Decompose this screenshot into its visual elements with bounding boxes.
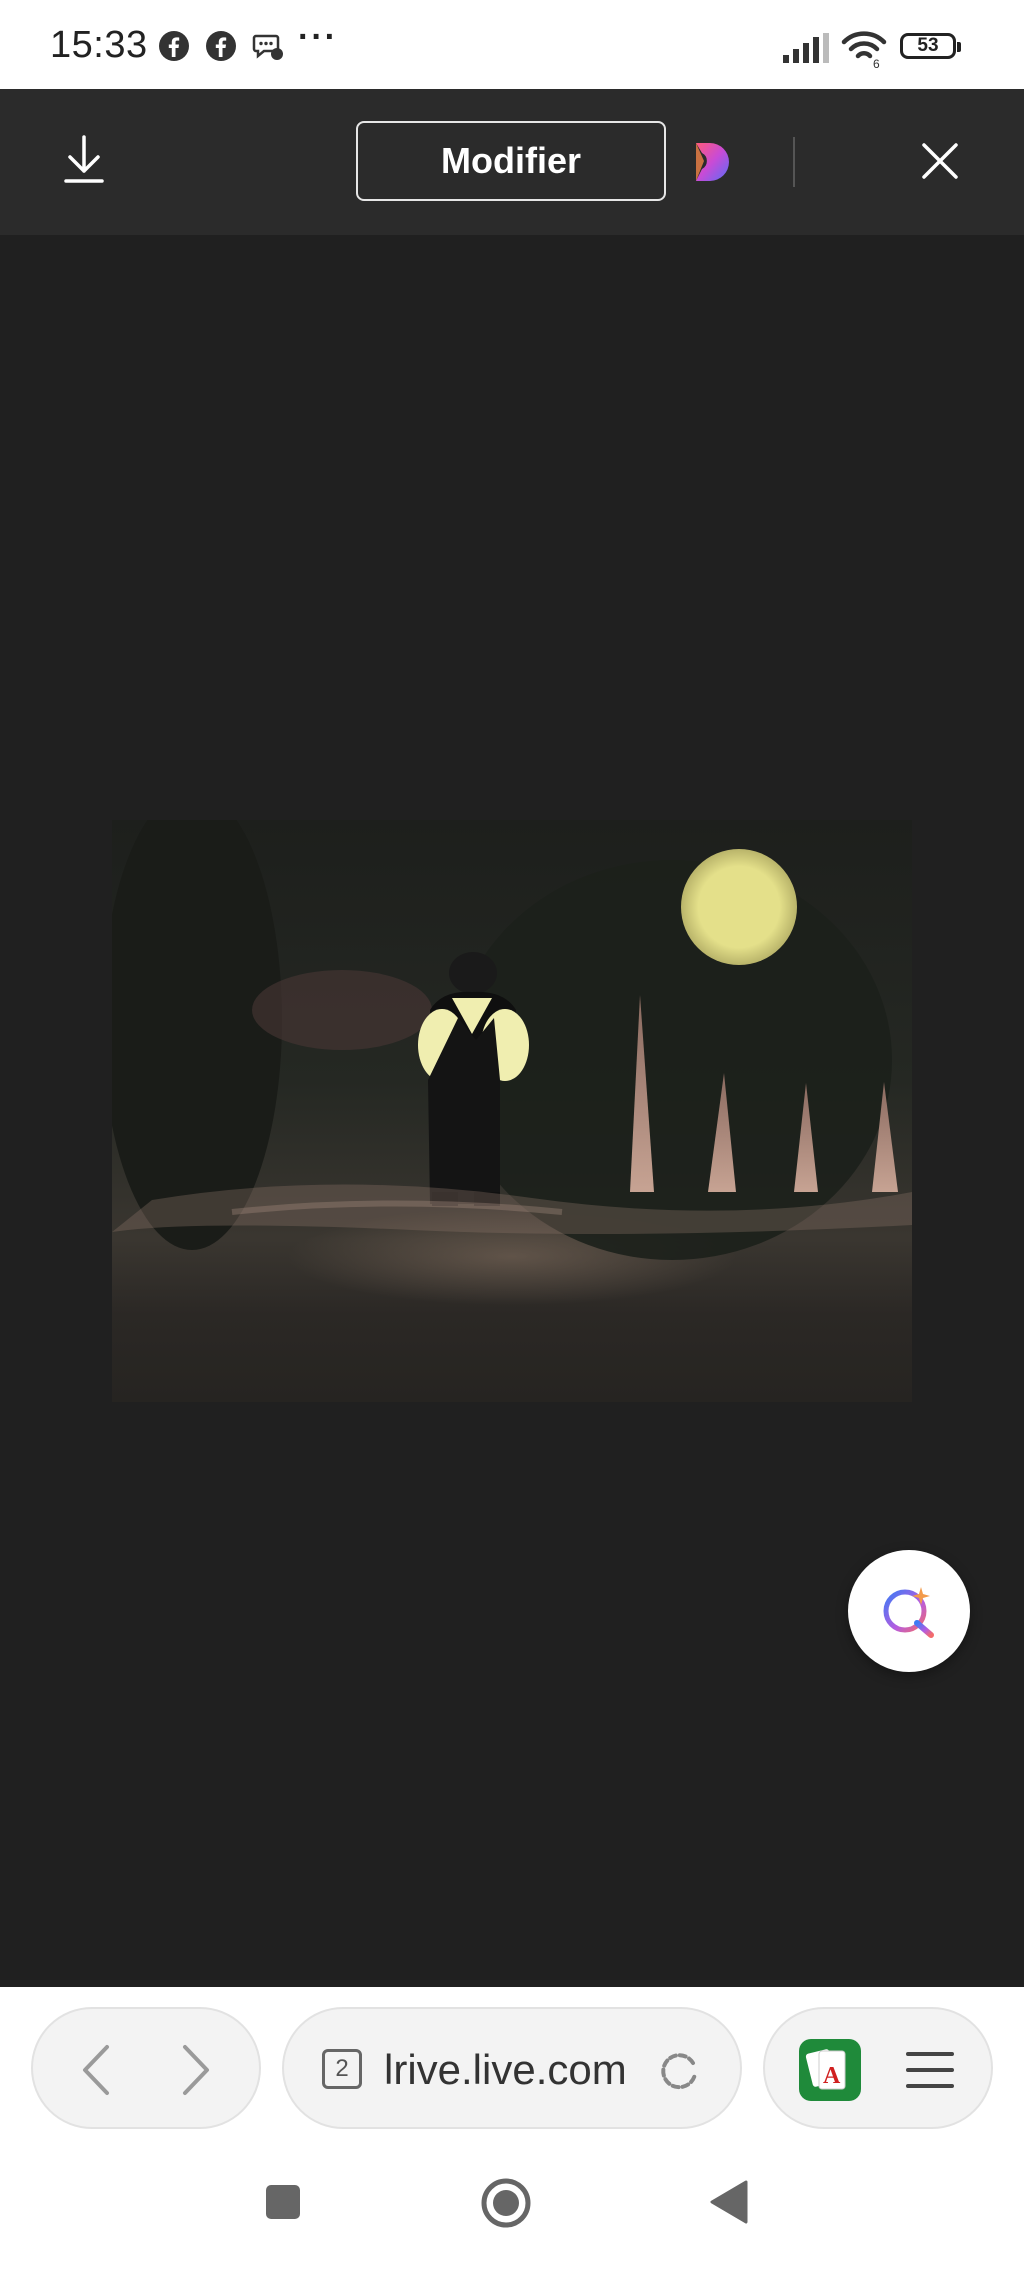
messenger-icon xyxy=(252,34,283,60)
browser-bottom-bar: 2 lrive.live.com A xyxy=(0,1987,1024,2147)
signal-icon xyxy=(783,33,829,63)
more-notifications-icon: ··· xyxy=(298,18,338,56)
visual-search-icon xyxy=(883,1587,934,1638)
facebook-icon xyxy=(206,31,236,61)
image-viewer[interactable] xyxy=(0,235,1024,1987)
viewer-toolbar: Modifier xyxy=(0,89,1024,235)
battery-indicator: 53 xyxy=(900,33,961,59)
reload-icon[interactable] xyxy=(656,2047,702,2093)
url-text[interactable]: lrive.live.com xyxy=(384,2043,644,2097)
toolbar-divider xyxy=(793,137,795,187)
close-icon[interactable] xyxy=(918,139,962,183)
facebook-icon xyxy=(159,31,189,61)
download-icon[interactable] xyxy=(62,135,106,185)
address-bar[interactable]: 2 lrive.live.com xyxy=(282,2007,742,2129)
status-time: 15:33 xyxy=(50,24,148,66)
back-icon[interactable] xyxy=(73,2043,123,2097)
status-bar: 15:33 ··· 6 53 xyxy=(0,0,1024,89)
menu-icon[interactable] xyxy=(905,2049,955,2091)
tools-pill: A xyxy=(763,2007,993,2129)
modifier-button[interactable]: Modifier xyxy=(356,121,666,201)
painting-image xyxy=(112,820,912,1402)
recent-apps-icon[interactable] xyxy=(264,2183,302,2221)
forward-icon[interactable] xyxy=(169,2043,219,2097)
solitaire-app-icon[interactable]: A xyxy=(799,2039,861,2101)
wifi-icon: 6 xyxy=(841,31,887,68)
svg-text:6: 6 xyxy=(873,57,880,68)
tab-count-button[interactable]: 2 xyxy=(322,2049,362,2089)
copilot-icon[interactable] xyxy=(688,139,734,185)
system-navigation-bar xyxy=(0,2147,1024,2276)
svg-text:A: A xyxy=(823,2063,841,2089)
navigation-pill xyxy=(31,2007,261,2129)
home-icon[interactable] xyxy=(480,2177,532,2229)
visual-search-button[interactable] xyxy=(848,1550,970,1672)
back-system-icon[interactable] xyxy=(708,2179,750,2225)
